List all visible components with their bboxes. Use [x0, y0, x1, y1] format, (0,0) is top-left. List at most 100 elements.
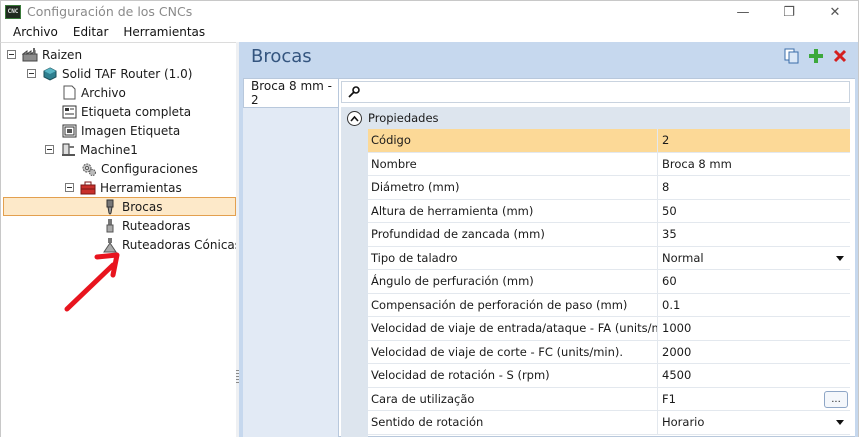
dropdown-arrow-icon[interactable] [836, 420, 844, 425]
conical-bit-icon [102, 237, 118, 253]
page-title: Brocas [251, 46, 312, 67]
label-image-icon [61, 123, 77, 139]
property-dropdown[interactable]: Normal [658, 247, 850, 270]
details-panel: Brocas Broca 8 mm - 2 Propiedades Código [239, 42, 859, 437]
property-value[interactable]: 50 [658, 200, 850, 223]
tab-broca-8mm[interactable]: Broca 8 mm - 2 [243, 78, 339, 108]
property-row-velocidad-entrada[interactable]: Velocidad de viaje de entrada/ataque - F… [368, 317, 850, 341]
property-value[interactable]: 8 [658, 176, 850, 199]
property-dropdown[interactable]: Horario [658, 411, 850, 434]
tree-label-etiqueta-completa: Etiqueta completa [81, 104, 192, 119]
property-row-compensacion[interactable]: Compensación de perforación de paso (mm)… [368, 293, 850, 317]
property-name: Velocidad de viaje de corte - FC (units/… [368, 340, 658, 363]
property-row-codigo[interactable]: Código 2 [368, 129, 850, 153]
property-row-diametro[interactable]: Diámetro (mm) 8 [368, 176, 850, 200]
property-value[interactable]: Broca 8 mm [658, 153, 850, 176]
toolbox-icon [80, 180, 96, 196]
tree-item-router[interactable]: Solid TAF Router (1.0) [27, 64, 192, 83]
tree-label-router: Solid TAF Router (1.0) [62, 66, 193, 81]
tree-item-ruteadoras-conicas[interactable]: Ruteadoras Cónicas [102, 235, 241, 254]
property-value[interactable]: 0.1 [658, 294, 850, 317]
dropdown-arrow-icon[interactable] [836, 255, 844, 261]
tree-item-machine1[interactable]: Machine1 [45, 140, 138, 159]
property-name: Diámetro (mm) [368, 176, 658, 199]
property-row-velocidad-rotacion[interactable]: Velocidad de rotación - S (rpm) 4500 [368, 364, 850, 388]
tree-item-imagen-etiqueta[interactable]: Imagen Etiqueta [61, 121, 180, 140]
property-value[interactable]: 4500 [658, 364, 850, 387]
ellipsis-button[interactable]: ... [824, 390, 848, 408]
tree-label-configuraciones: Configuraciones [101, 161, 198, 176]
panel-toolbar [784, 48, 848, 64]
property-name: Velocidad de viaje de entrada/ataque - F… [368, 317, 658, 340]
window-controls: — ❐ ✕ [720, 1, 858, 23]
tree-item-brocas[interactable]: Brocas [102, 197, 162, 216]
copy-icon[interactable] [784, 48, 800, 64]
property-row-tipo-taladro[interactable]: Tipo de taladro Normal [368, 246, 850, 270]
tree-label-ruteadoras-conicas: Ruteadoras Cónicas [122, 237, 242, 252]
tree-label-machine1: Machine1 [80, 142, 138, 157]
property-gutter [341, 129, 368, 437]
menu-herramientas[interactable]: Herramientas [117, 25, 214, 39]
property-value: F1 [662, 391, 676, 406]
collapse-toggle-icon[interactable] [27, 69, 36, 78]
property-value[interactable]: 60 [658, 270, 850, 293]
property-value[interactable]: 2 [658, 129, 850, 152]
window-title: Configuración de los CNCs [27, 4, 193, 19]
collapse-toggle-icon[interactable] [45, 145, 54, 154]
property-name: Velocidad de rotación - S (rpm) [368, 364, 658, 387]
collapse-toggle-icon[interactable] [65, 183, 74, 192]
maximize-button[interactable]: ❐ [766, 1, 812, 23]
minimize-button[interactable]: — [720, 1, 766, 23]
property-value: Normal [662, 250, 704, 265]
property-value[interactable]: 2000 [658, 341, 850, 364]
property-row-sentido[interactable]: Sentido de rotación Horario [368, 411, 850, 435]
menu-editar[interactable]: Editar [67, 25, 118, 39]
tree-item-raizen[interactable]: Raizen [7, 45, 82, 64]
cube-icon [42, 66, 58, 82]
tree-label-raizen: Raizen [42, 47, 83, 62]
tree-label-brocas: Brocas [122, 199, 163, 214]
machine-icon [60, 142, 76, 158]
property-row-cara[interactable]: Cara de utilização F1 ... [368, 387, 850, 411]
property-name: Ángulo de perfuración (mm) [368, 270, 658, 293]
tree-item-etiqueta-completa[interactable]: Etiqueta completa [61, 102, 191, 121]
tree-item-herramientas[interactable]: Herramientas [65, 178, 182, 197]
close-button[interactable]: ✕ [812, 1, 858, 23]
property-row-altura[interactable]: Altura de herramienta (mm) 50 [368, 199, 850, 223]
menu-bar: Archivo Editar Herramientas [0, 22, 859, 42]
property-row-nombre[interactable]: Nombre Broca 8 mm [368, 152, 850, 176]
property-name: Profundidad de zancada (mm) [368, 223, 658, 246]
property-value: Horario [662, 415, 705, 430]
drill-bit-icon [102, 199, 118, 215]
category-propiedades[interactable]: Propiedades [341, 107, 850, 129]
tree-item-configuraciones[interactable]: Configuraciones [81, 159, 198, 178]
plus-icon[interactable] [808, 48, 824, 64]
tree-label-archivo: Archivo [81, 85, 126, 100]
category-label: Propiedades [368, 111, 439, 125]
tree-panel: Raizen Solid TAF Router (1.0) Archivo Et… [0, 42, 241, 437]
delete-x-icon[interactable] [832, 48, 848, 64]
tree-item-archivo[interactable]: Archivo [61, 83, 126, 102]
tree-label-ruteadoras: Ruteadoras [122, 218, 191, 233]
tree-item-ruteadoras[interactable]: Ruteadoras [102, 216, 190, 235]
property-value[interactable]: 35 [658, 223, 850, 246]
property-row-angulo[interactable]: Ángulo de perfuración (mm) 60 [368, 270, 850, 294]
search-input[interactable] [341, 81, 850, 103]
property-grid: Código 2 Nombre Broca 8 mm Diámetro (mm)… [368, 129, 850, 435]
property-editor-field[interactable]: F1 ... [658, 388, 850, 411]
property-value[interactable]: 1000 [658, 317, 850, 340]
property-editor: Propiedades Código 2 Nombre Broca 8 mm D… [338, 78, 855, 437]
property-row-velocidad-corte[interactable]: Velocidad de viaje de corte - FC (units/… [368, 340, 850, 364]
factory-icon [22, 47, 38, 63]
property-name: Tipo de taladro [368, 246, 658, 269]
tree-label-herramientas: Herramientas [100, 180, 182, 195]
chevron-up-icon[interactable] [347, 110, 362, 126]
cnc-app-icon: CNC [5, 4, 21, 19]
property-name: Código [368, 129, 658, 152]
property-row-profundidad[interactable]: Profundidad de zancada (mm) 35 [368, 223, 850, 247]
property-name: Cara de utilização [368, 387, 658, 410]
collapse-toggle-icon[interactable] [7, 50, 16, 59]
menu-archivo[interactable]: Archivo [7, 25, 67, 39]
property-name: Altura de herramienta (mm) [368, 199, 658, 222]
property-name: Sentido de rotación [368, 411, 658, 434]
